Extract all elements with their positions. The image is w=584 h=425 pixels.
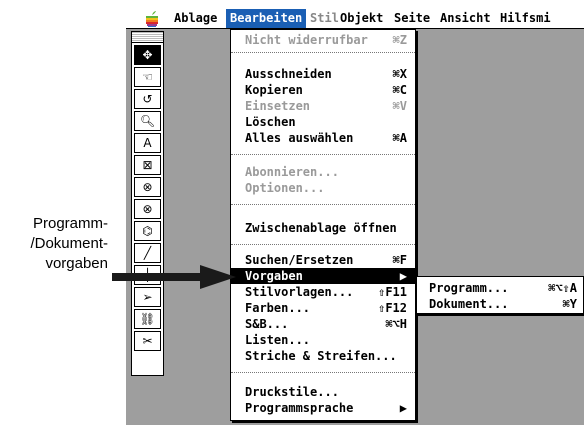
callout-arrow-icon [112,265,236,289]
